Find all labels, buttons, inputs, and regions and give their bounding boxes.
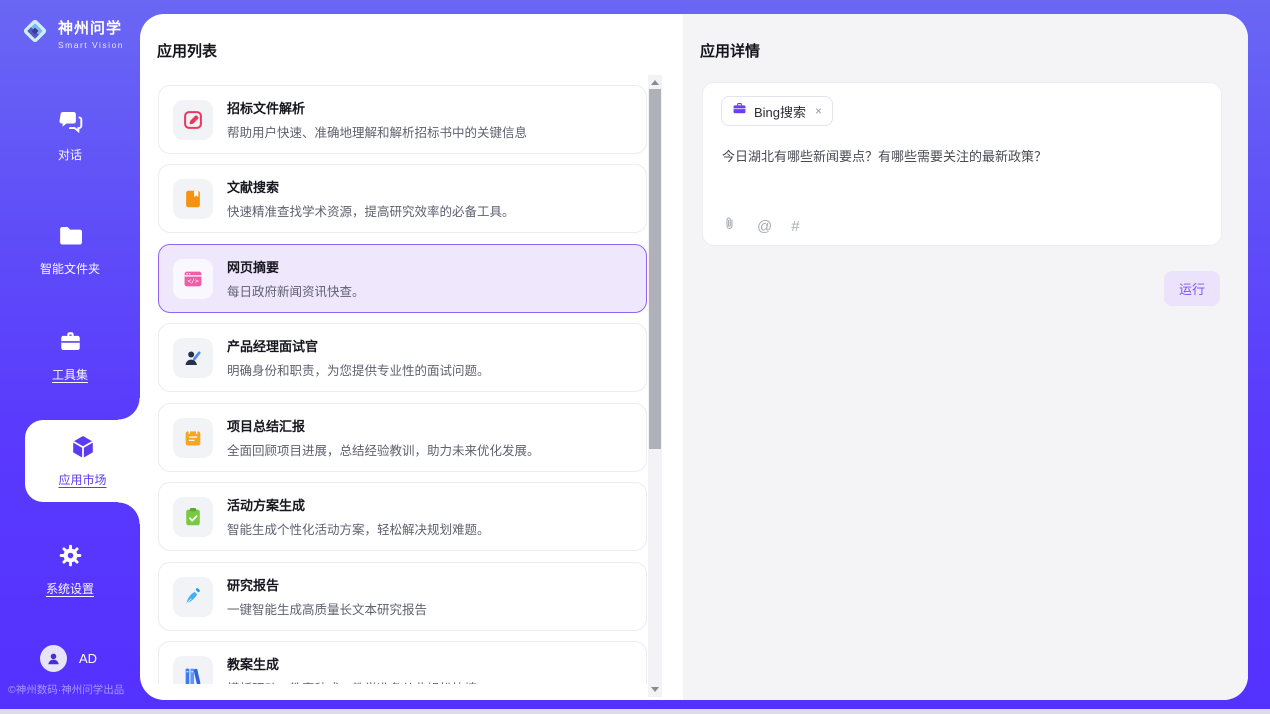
sidebar-item-label: 工具集 xyxy=(0,366,140,383)
clipboard-check-icon xyxy=(173,497,213,537)
paperclip-icon[interactable] xyxy=(721,215,738,237)
close-icon[interactable]: × xyxy=(815,104,822,118)
app-name: 活动方案生成 xyxy=(227,495,490,514)
scroll-up-arrow[interactable] xyxy=(651,80,659,85)
sidebar-item-app-market[interactable]: 应用市场 xyxy=(25,420,140,502)
app-card-bid-parsing[interactable]: 招标文件解析 帮助用户快速、准确地理解和解析招标书中的关键信息 xyxy=(158,85,647,154)
app-description: 快速精准查找学术资源，提高研究效率的必备工具。 xyxy=(227,201,515,220)
app-card-project-summary[interactable]: 项目总结汇报 全面回顾项目进展，总结经验教训，助力未来优化发展。 xyxy=(158,403,647,472)
prompt-toolbar: @ # xyxy=(721,215,800,237)
app-list: 招标文件解析 帮助用户快速、准确地理解和解析招标书中的关键信息 文献搜索 快速精… xyxy=(140,70,670,684)
app-name: 招标文件解析 xyxy=(227,98,527,117)
app-name: 网页摘要 xyxy=(227,257,365,276)
brand-tagline: Smart Vision xyxy=(58,40,124,50)
app-description: 智能生成个性化活动方案，轻松解决规划难题。 xyxy=(227,519,490,538)
app-card-literature-search[interactable]: 文献搜索 快速精准查找学术资源，提高研究效率的必备工具。 xyxy=(158,164,647,233)
user-account[interactable]: AD xyxy=(40,645,97,672)
interviewer-icon xyxy=(173,338,213,378)
sidebar-item-chat[interactable]: 对话 xyxy=(0,108,140,163)
tool-tag-label: Bing搜索 xyxy=(754,102,806,121)
prompt-input[interactable]: 今日湖北有哪些新闻要点？有哪些需要关注的最新政策？ xyxy=(722,147,1202,167)
brand-logo: 神州问学 Smart Vision xyxy=(20,16,124,51)
sidebar-item-label: 系统设置 xyxy=(0,580,140,597)
app-list-title: 应用列表 xyxy=(157,40,217,61)
diamond-logo-icon xyxy=(20,16,50,51)
sidebar-item-settings[interactable]: 系统设置 xyxy=(0,542,140,597)
sidebar: 神州问学 Smart Vision 对话 智能文件夹 工具集 xyxy=(0,0,140,710)
toolbox-icon xyxy=(0,328,140,360)
app-card-pm-interviewer[interactable]: 产品经理面试官 明确身份和职责，为您提供专业性的面试问题。 xyxy=(158,323,647,392)
list-scrollbar[interactable] xyxy=(648,75,662,697)
app-description: 一键智能生成高质量长文本研究报告 xyxy=(227,599,427,618)
cube-icon xyxy=(25,433,140,466)
app-description: 全面回顾项目进展，总结经验教训，助力未来优化发展。 xyxy=(227,440,540,459)
hash-tag-icon[interactable]: # xyxy=(791,218,799,235)
at-mention-icon[interactable]: @ xyxy=(757,218,772,235)
sidebar-item-label: 应用市场 xyxy=(25,471,140,488)
gear-icon xyxy=(0,542,140,574)
app-name: 产品经理面试官 xyxy=(227,336,490,355)
chat-icon xyxy=(0,108,140,140)
app-name: 文献搜索 xyxy=(227,177,515,196)
app-detail-title: 应用详情 xyxy=(700,40,760,61)
pen-document-icon xyxy=(173,100,213,140)
svg-text:</>: </> xyxy=(187,277,199,285)
app-detail-panel: 应用详情 Bing搜索 × 今日湖北有哪些新闻要点？有哪些需要关注的最新政策？ xyxy=(683,14,1248,700)
app-card-event-plan[interactable]: 活动方案生成 智能生成个性化活动方案，轻松解决规划难题。 xyxy=(158,482,647,551)
avatar-icon xyxy=(40,645,67,672)
app-card-web-summary[interactable]: </> 网页摘要 每日政府新闻资讯快查。 xyxy=(158,244,647,313)
tab-curve-top xyxy=(118,398,140,420)
scroll-down-arrow[interactable] xyxy=(651,687,659,692)
copyright-footer: ©神州数码·神州问学出品 xyxy=(8,682,124,697)
app-name: 项目总结汇报 xyxy=(227,416,540,435)
scrollbar-thumb[interactable] xyxy=(649,89,661,449)
ink-pen-icon xyxy=(173,577,213,617)
app-description: 模板驱动，教案秒成，教学准备从此轻松快捷 xyxy=(227,678,477,684)
app-description: 每日政府新闻资讯快查。 xyxy=(227,281,365,300)
bottom-edge-strip xyxy=(0,709,1270,714)
app-card-research-report[interactable]: 研究报告 一键智能生成高质量长文本研究报告 xyxy=(158,562,647,631)
app-name: 研究报告 xyxy=(227,575,427,594)
tab-curve-bottom xyxy=(118,502,140,524)
folder-icon xyxy=(0,222,140,254)
books-icon xyxy=(173,656,213,685)
sidebar-item-label: 智能文件夹 xyxy=(0,260,140,277)
tool-tag-bing-search[interactable]: Bing搜索 × xyxy=(721,96,833,126)
user-initials: AD xyxy=(79,651,97,666)
app-card-lesson-plan[interactable]: 教案生成 模板驱动，教案秒成，教学准备从此轻松快捷 xyxy=(158,641,647,684)
app-description: 帮助用户快速、准确地理解和解析招标书中的关键信息 xyxy=(227,122,527,141)
book-icon xyxy=(173,179,213,219)
prompt-card: Bing搜索 × 今日湖北有哪些新闻要点？有哪些需要关注的最新政策？ @ # xyxy=(702,82,1222,246)
browser-code-icon: </> xyxy=(173,259,213,299)
brand-name: 神州问学 xyxy=(58,17,124,38)
sidebar-item-toolset[interactable]: 工具集 xyxy=(0,328,140,383)
sidebar-item-smart-folders[interactable]: 智能文件夹 xyxy=(0,222,140,277)
sidebar-item-label: 对话 xyxy=(0,146,140,163)
main-content: 应用列表 招标文件解析 帮助用户快速、准确地理解和解析招标书中的关键信息 xyxy=(140,14,1248,700)
app-name: 教案生成 xyxy=(227,654,477,673)
calendar-icon xyxy=(173,418,213,458)
app-description: 明确身份和职责，为您提供专业性的面试问题。 xyxy=(227,360,490,379)
briefcase-icon xyxy=(732,101,747,121)
run-button[interactable]: 运行 xyxy=(1164,271,1220,306)
